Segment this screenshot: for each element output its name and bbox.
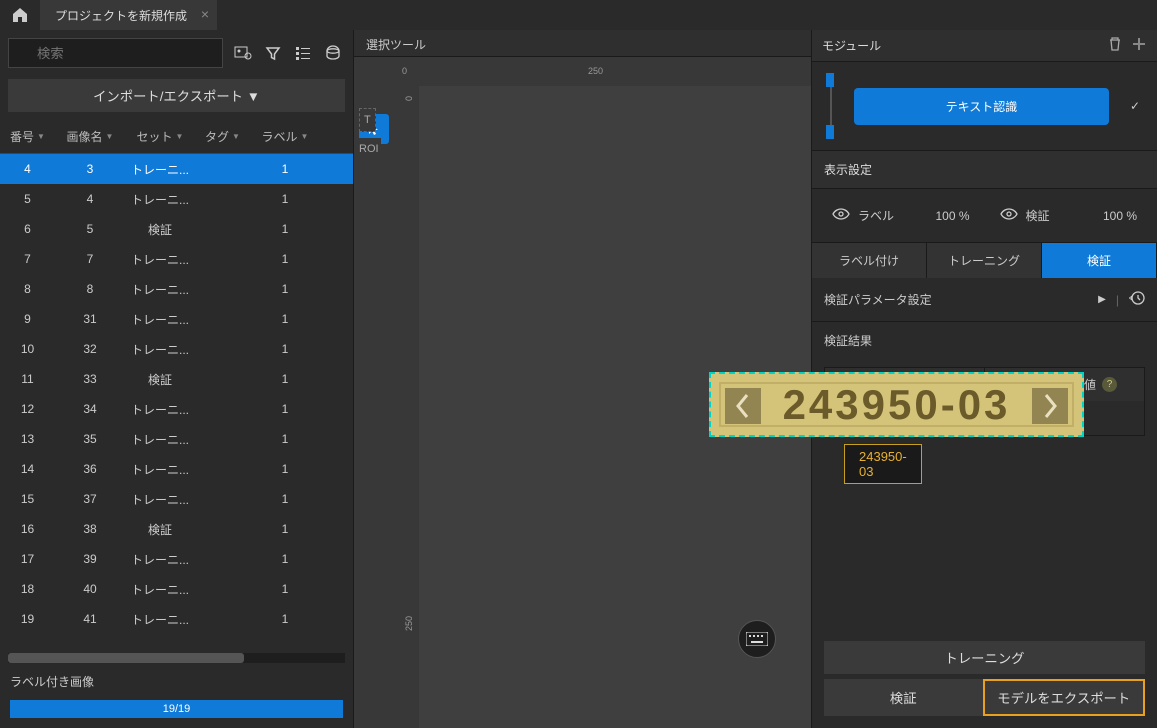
verify-pct: 100 % xyxy=(1103,209,1137,223)
keyboard-icon[interactable] xyxy=(738,620,776,658)
table-row[interactable]: 1335トレーニ...1 xyxy=(0,424,353,454)
ocr-image[interactable]: 243950-03 xyxy=(709,372,1084,437)
label-toggle: ラベル xyxy=(858,207,894,224)
result-title: 検証結果 xyxy=(812,322,1157,359)
close-icon[interactable]: × xyxy=(201,6,209,22)
text-tool-label[interactable]: T xyxy=(359,108,376,132)
tab-training[interactable]: トレーニング xyxy=(927,243,1042,278)
table-row[interactable]: 1739トレーニ...1 xyxy=(0,544,353,574)
prev-image-icon[interactable] xyxy=(725,388,761,424)
table-row[interactable]: 1638検証1 xyxy=(0,514,353,544)
ruler-vertical: 0 250 xyxy=(399,86,419,728)
check-icon[interactable]: ✓ xyxy=(1123,99,1147,113)
ocr-text: 243950-03 xyxy=(783,381,1011,429)
table-row[interactable]: 88トレーニ...1 xyxy=(0,274,353,304)
import-export-button[interactable]: インポート/エクスポート ▼ xyxy=(8,79,345,112)
table-header: 番号▼ 画像名▼ セット▼ タグ▼ ラベル▼ xyxy=(0,120,353,154)
table-row[interactable]: 43トレーニ...1 xyxy=(0,154,353,184)
filter-icon[interactable] xyxy=(261,41,285,65)
topbar: プロジェクトを新規作成 × xyxy=(0,0,1157,30)
verify-toggle: 検証 xyxy=(1026,207,1050,224)
table-row[interactable]: 1840トレーニ...1 xyxy=(0,574,353,604)
table-row[interactable]: 1436トレーニ...1 xyxy=(0,454,353,484)
add-icon[interactable] xyxy=(1131,36,1147,55)
history-icon[interactable] xyxy=(1129,290,1145,309)
table-row[interactable]: 77トレーニ...1 xyxy=(0,244,353,274)
project-tab[interactable]: プロジェクトを新規作成 × xyxy=(40,0,217,30)
table-row[interactable]: 1234トレーニ...1 xyxy=(0,394,353,424)
left-panel: インポート/エクスポート ▼ 番号▼ 画像名▼ セット▼ タグ▼ ラベル▼ 43… xyxy=(0,30,353,728)
param-title: 検証パラメータ設定 xyxy=(824,291,932,308)
tab-verify[interactable]: 検証 xyxy=(1042,243,1157,278)
next-image-icon[interactable] xyxy=(1032,388,1068,424)
ocr-result-label: 243950-03 xyxy=(844,444,922,484)
expand-icon[interactable]: ▶ xyxy=(1098,294,1106,305)
col-img[interactable]: 画像名▼ xyxy=(55,120,125,153)
tab-labeling[interactable]: ラベル付け xyxy=(812,243,927,278)
tool-title: 選択ツール xyxy=(354,30,811,57)
progress-text: 19/19 xyxy=(10,700,343,718)
verify-button[interactable]: 検証 xyxy=(824,679,983,716)
training-button[interactable]: トレーニング xyxy=(824,641,1145,674)
image-settings-icon[interactable] xyxy=(231,41,255,65)
roi-label[interactable]: ROI xyxy=(359,138,381,160)
col-num[interactable]: 番号▼ xyxy=(0,120,55,153)
h-scrollbar[interactable] xyxy=(8,653,345,663)
col-label[interactable]: ラベル▼ xyxy=(250,120,320,153)
table-body[interactable]: 43トレーニ...154トレーニ...165検証177トレーニ...188トレー… xyxy=(0,154,353,653)
table-row[interactable]: 54トレーニ...1 xyxy=(0,184,353,214)
tab-title: プロジェクトを新規作成 xyxy=(55,7,187,24)
table-row[interactable]: 1537トレーニ...1 xyxy=(0,484,353,514)
export-model-button[interactable]: モデルをエクスポート xyxy=(983,679,1146,716)
text-recognition-module[interactable]: テキスト認識 xyxy=(854,88,1109,125)
camera-icon[interactable] xyxy=(321,41,345,65)
home-icon[interactable] xyxy=(0,0,40,30)
label-pct: 100 % xyxy=(935,209,969,223)
module-slider[interactable] xyxy=(822,76,840,136)
col-set[interactable]: セット▼ xyxy=(125,120,195,153)
col-tag[interactable]: タグ▼ xyxy=(195,120,250,153)
module-title: モジュール xyxy=(822,37,1107,54)
table-row[interactable]: 65検証1 xyxy=(0,214,353,244)
search-wrap xyxy=(8,38,225,68)
mode-tabs: ラベル付け トレーニング 検証 xyxy=(812,242,1157,278)
table-row[interactable]: 931トレーニ...1 xyxy=(0,304,353,334)
eye-icon[interactable] xyxy=(832,208,850,223)
progress-bar: 19/19 xyxy=(10,700,343,718)
table-row[interactable]: 1941トレーニ...1 xyxy=(0,604,353,634)
eye-icon[interactable] xyxy=(1000,208,1018,223)
search-input[interactable] xyxy=(8,38,223,68)
labeled-images-title: ラベル付き画像 xyxy=(10,673,343,690)
table-row[interactable]: 1032トレーニ...1 xyxy=(0,334,353,364)
help-icon[interactable]: ? xyxy=(1102,377,1117,392)
trash-icon[interactable] xyxy=(1107,36,1123,55)
table-row[interactable]: 1133検証1 xyxy=(0,364,353,394)
ruler-horizontal: 0 250 xyxy=(399,66,811,86)
display-settings-title: 表示設定 xyxy=(812,150,1157,189)
canvas-panel: 選択ツール T ROI 0 250 0 250 243950-03 243950… xyxy=(353,30,812,728)
list-icon[interactable] xyxy=(291,41,315,65)
